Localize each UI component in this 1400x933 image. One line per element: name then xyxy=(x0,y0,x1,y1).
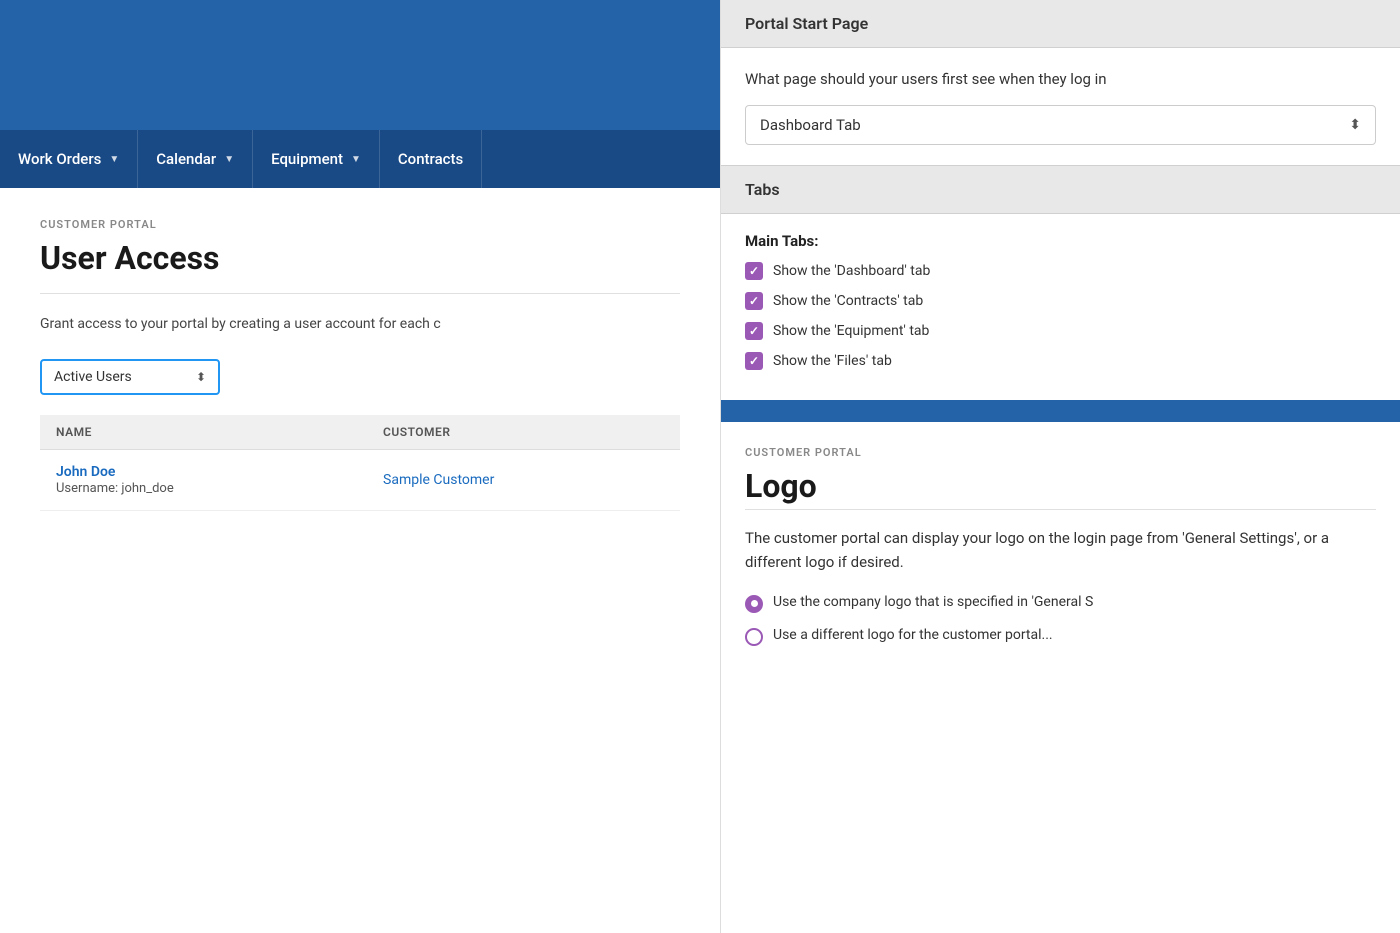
right-panel: Portal Start Page What page should your … xyxy=(720,0,1400,933)
main-tabs-label: Main Tabs: xyxy=(745,232,1376,250)
user-name-link[interactable]: John Doe xyxy=(56,464,351,480)
radio-different-logo-button[interactable] xyxy=(745,628,763,646)
left-panel: Work Orders ▼ Calendar ▼ Equipment ▼ Con… xyxy=(0,0,720,933)
checkbox-contracts-box[interactable]: ✓ xyxy=(745,292,763,310)
chevron-down-icon-calendar: ▼ xyxy=(224,154,234,165)
nav-label-calendar: Calendar xyxy=(156,150,216,168)
checkmark-icon: ✓ xyxy=(749,354,759,368)
checkmark-icon: ✓ xyxy=(749,264,759,278)
checkbox-equipment-label: Show the 'Equipment' tab xyxy=(773,323,929,339)
active-users-select[interactable]: Active Users ⬍ xyxy=(40,359,220,395)
title-divider xyxy=(40,293,680,294)
nav-label-equipment: Equipment xyxy=(271,150,343,168)
chevron-down-icon-work-orders: ▼ xyxy=(109,154,119,165)
customer-link[interactable]: Sample Customer xyxy=(383,472,494,488)
radio-use-different-logo: Use a different logo for the customer po… xyxy=(745,627,1376,646)
checkbox-contracts-label: Show the 'Contracts' tab xyxy=(773,293,923,309)
tabs-section: Tabs Main Tabs: ✓ Show the 'Dashboard' t… xyxy=(721,165,1400,400)
users-table: NAME CUSTOMER John Doe Username: john_do… xyxy=(40,415,680,511)
nav-item-contracts[interactable]: Contracts xyxy=(380,130,482,188)
logo-description: The customer portal can display your log… xyxy=(745,526,1376,574)
dashboard-tab-select[interactable]: Dashboard Tab ⬍ xyxy=(745,105,1376,145)
portal-select-arrow-icon: ⬍ xyxy=(1349,117,1361,133)
checkmark-icon: ✓ xyxy=(749,294,759,308)
logo-section: CUSTOMER PORTAL Logo The customer portal… xyxy=(721,422,1400,933)
chevron-down-icon-filter: ⬍ xyxy=(196,370,206,384)
portal-start-description: What page should your users first see wh… xyxy=(745,68,1376,91)
portal-start-page-section: Portal Start Page What page should your … xyxy=(721,0,1400,165)
checkmark-icon: ✓ xyxy=(749,324,759,338)
logo-section-body: CUSTOMER PORTAL Logo The customer portal… xyxy=(721,422,1400,684)
col-header-customer: CUSTOMER xyxy=(367,415,680,450)
user-cell: John Doe Username: john_doe xyxy=(40,450,367,511)
checkbox-dashboard-label: Show the 'Dashboard' tab xyxy=(773,263,930,279)
logo-divider xyxy=(745,509,1376,510)
customer-portal-label: CUSTOMER PORTAL xyxy=(40,218,680,231)
checkbox-dashboard: ✓ Show the 'Dashboard' tab xyxy=(745,262,1376,280)
nav-item-equipment[interactable]: Equipment ▼ xyxy=(253,130,380,188)
checkbox-equipment-box[interactable]: ✓ xyxy=(745,322,763,340)
customer-cell: Sample Customer xyxy=(367,450,680,511)
user-username: Username: john_doe xyxy=(56,481,174,496)
radio-company-logo-label: Use the company logo that is specified i… xyxy=(773,594,1093,610)
portal-start-page-body: What page should your users first see wh… xyxy=(721,48,1400,165)
filter-select-value: Active Users xyxy=(54,369,132,385)
col-header-name: NAME xyxy=(40,415,367,450)
radio-company-logo-button[interactable] xyxy=(745,595,763,613)
user-access-section: CUSTOMER PORTAL User Access Grant access… xyxy=(0,188,720,933)
tabs-section-header: Tabs xyxy=(721,165,1400,214)
page-title: User Access xyxy=(40,239,680,277)
section-description: Grant access to your portal by creating … xyxy=(40,314,680,335)
checkbox-equipment: ✓ Show the 'Equipment' tab xyxy=(745,322,1376,340)
portal-select-value: Dashboard Tab xyxy=(760,116,861,134)
portal-start-page-header: Portal Start Page xyxy=(721,0,1400,48)
nav-label-work-orders: Work Orders xyxy=(18,150,101,168)
nav-bar: Work Orders ▼ Calendar ▼ Equipment ▼ Con… xyxy=(0,130,720,188)
checkbox-contracts: ✓ Show the 'Contracts' tab xyxy=(745,292,1376,310)
nav-item-calendar[interactable]: Calendar ▼ xyxy=(138,130,253,188)
checkbox-files-box[interactable]: ✓ xyxy=(745,352,763,370)
logo-section-title: Logo xyxy=(745,467,1376,505)
table-row: John Doe Username: john_doe Sample Custo… xyxy=(40,450,680,511)
nav-item-work-orders[interactable]: Work Orders ▼ xyxy=(0,130,138,188)
checkbox-files-label: Show the 'Files' tab xyxy=(773,353,892,369)
checkbox-dashboard-box[interactable]: ✓ xyxy=(745,262,763,280)
left-top-bar xyxy=(0,0,720,130)
blue-divider xyxy=(721,400,1400,422)
logo-section-portal-label: CUSTOMER PORTAL xyxy=(745,446,1376,459)
radio-different-logo-label: Use a different logo for the customer po… xyxy=(773,627,1053,643)
tabs-section-body: Main Tabs: ✓ Show the 'Dashboard' tab ✓ … xyxy=(721,214,1400,400)
checkbox-files: ✓ Show the 'Files' tab xyxy=(745,352,1376,370)
chevron-down-icon-equipment: ▼ xyxy=(351,154,361,165)
nav-label-contracts: Contracts xyxy=(398,150,463,168)
radio-use-company-logo: Use the company logo that is specified i… xyxy=(745,594,1376,613)
